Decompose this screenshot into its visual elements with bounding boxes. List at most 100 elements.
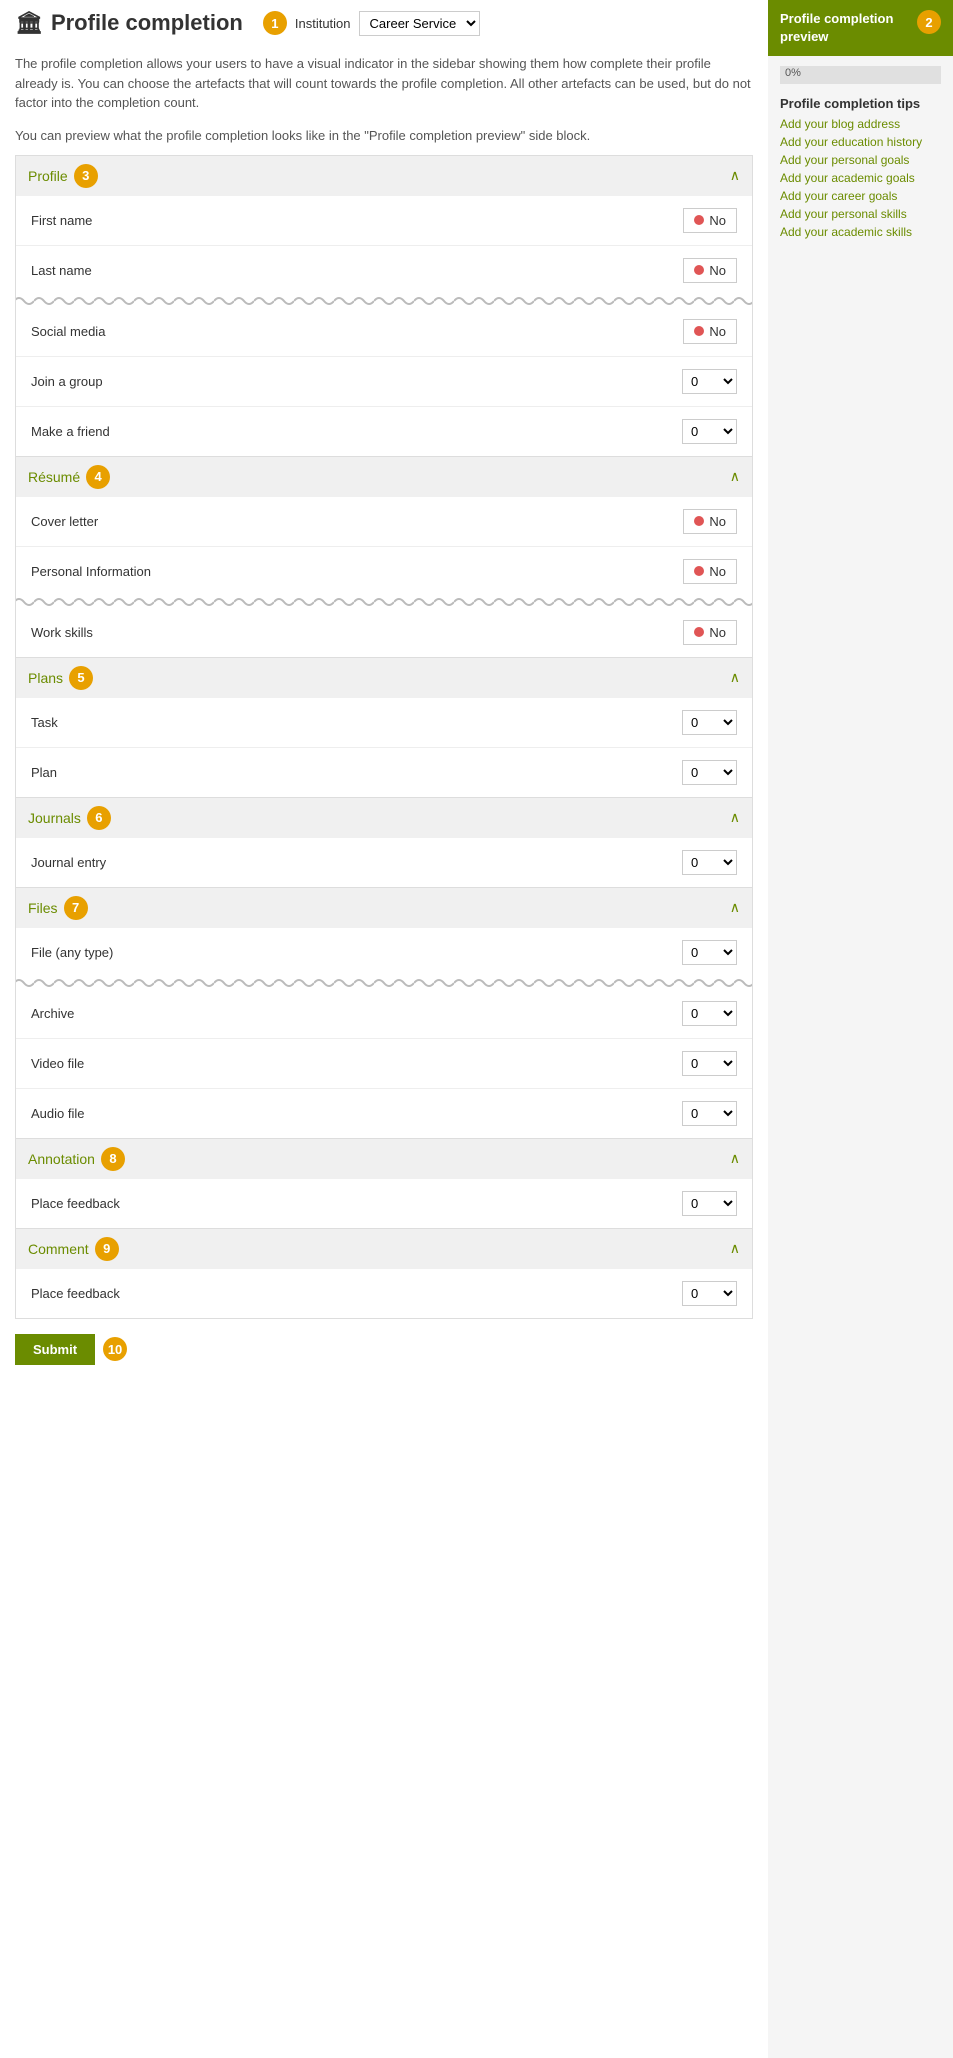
count-select[interactable]: 012345 [682, 1101, 737, 1126]
no-dot-icon [694, 215, 704, 225]
section-comment: Comment9∧ Place feedback 012345 [16, 1229, 752, 1318]
field-label: Audio file [31, 1106, 84, 1121]
count-select[interactable]: 012345 [682, 1281, 737, 1306]
field-label: Work skills [31, 625, 93, 640]
section-header-annotation[interactable]: Annotation8 ∧ [16, 1139, 752, 1179]
field-label: Join a group [31, 374, 103, 389]
sidebar-badge: 2 [917, 10, 941, 34]
chevron-up-icon: ∧ [730, 1150, 740, 1167]
tips-container: Add your blog address Add your education … [780, 117, 941, 239]
no-badge[interactable]: No [683, 509, 737, 534]
field-row: Social mediaNo [16, 307, 752, 356]
count-select[interactable]: 012345 [682, 850, 737, 875]
count-select[interactable]: 012345 [682, 710, 737, 735]
section-journals: Journals6∧Journal entry012345 [16, 798, 752, 888]
no-badge[interactable]: No [683, 258, 737, 283]
institution-badge: 1 [263, 11, 287, 35]
field-row: Make a friend 012345 [16, 406, 752, 456]
field-row: Work skills No [16, 608, 752, 657]
section-header-files[interactable]: Files7∧ [16, 888, 752, 928]
section-body-profile: First nameNoLast nameNoSocial mediaNoJoi… [16, 196, 752, 456]
section-body-journals: Journal entry012345 [16, 838, 752, 887]
no-badge[interactable]: No [683, 620, 737, 645]
tips-title: Profile completion tips [780, 96, 941, 111]
field-row: Plan012345 [16, 747, 752, 797]
section-label-annotation: Annotation [28, 1151, 95, 1167]
count-select[interactable]: 012345 [682, 419, 737, 444]
wavy-separator [16, 977, 752, 989]
field-row: Journal entry012345 [16, 838, 752, 887]
section-header-journals[interactable]: Journals6∧ [16, 798, 752, 838]
field-label: Make a friend [31, 424, 110, 439]
building-icon: 🏛 [15, 10, 43, 36]
submit-button[interactable]: Submit [15, 1334, 95, 1365]
section-title-annotation: Annotation8 [28, 1147, 125, 1171]
section-badge-profile: 3 [74, 164, 98, 188]
field-label: First name [31, 213, 92, 228]
field-label: Cover letter [31, 514, 98, 529]
no-label: No [709, 213, 726, 228]
tip-link[interactable]: Add your personal goals [780, 153, 941, 167]
progress-label: 0% [785, 67, 801, 79]
tip-link[interactable]: Add your academic goals [780, 171, 941, 185]
tip-link[interactable]: Add your academic skills [780, 225, 941, 239]
section-label-resume: Résumé [28, 469, 80, 485]
section-header-profile[interactable]: Profile 3 ∧ [16, 156, 752, 196]
field-label: Place feedback [31, 1286, 120, 1301]
field-row: Archive012345 [16, 989, 752, 1038]
no-dot-icon [694, 265, 704, 275]
section-body-plans: Task012345Plan012345 [16, 698, 752, 797]
no-badge[interactable]: No [683, 208, 737, 233]
section-badge-resume: 4 [86, 465, 110, 489]
no-label: No [709, 324, 726, 339]
no-label: No [709, 263, 726, 278]
institution-select[interactable]: Career Service [359, 11, 480, 36]
chevron-up-icon: ∧ [730, 899, 740, 916]
no-dot-icon [694, 516, 704, 526]
section-label-plans: Plans [28, 670, 63, 686]
count-select[interactable]: 012345 [682, 760, 737, 785]
count-select[interactable]: 012345 [682, 369, 737, 394]
section-title-resume: Résumé 4 [28, 465, 110, 489]
count-select[interactable]: 012345 [682, 1191, 737, 1216]
section-badge-plans: 5 [69, 666, 93, 690]
sidebar-body: 0% Profile completion tips Add your blog… [768, 56, 953, 253]
section-badge-files: 7 [64, 896, 88, 920]
chevron-up-icon: ∧ [730, 167, 740, 184]
section-plans: Plans5∧Task012345Plan012345 [16, 658, 752, 798]
field-row: Task012345 [16, 698, 752, 747]
tip-link[interactable]: Add your education history [780, 135, 941, 149]
tip-link[interactable]: Add your career goals [780, 189, 941, 203]
count-select[interactable]: 012345 [682, 940, 737, 965]
no-label: No [709, 625, 726, 640]
no-badge[interactable]: No [683, 559, 737, 584]
field-row: Join a group 012345 [16, 356, 752, 406]
field-row: Place feedback 012345 [16, 1269, 752, 1318]
count-select[interactable]: 012345 [682, 1051, 737, 1076]
field-row: Personal Information No [16, 546, 752, 596]
page-title: 🏛 Profile completion [15, 10, 243, 36]
section-badge-journals: 6 [87, 806, 111, 830]
field-label: Personal Information [31, 564, 151, 579]
preview-text: You can preview what the profile complet… [15, 128, 753, 143]
tip-link[interactable]: Add your blog address [780, 117, 941, 131]
no-dot-icon [694, 326, 704, 336]
section-title-journals: Journals6 [28, 806, 111, 830]
tip-link[interactable]: Add your personal skills [780, 207, 941, 221]
section-title-plans: Plans 5 [28, 666, 93, 690]
description: The profile completion allows your users… [15, 54, 753, 113]
section-header-comment[interactable]: Comment9∧ [16, 1229, 752, 1269]
count-select[interactable]: 012345 [682, 1001, 737, 1026]
section-header-resume[interactable]: Résumé4∧ [16, 457, 752, 497]
section-title-comment: Comment9 [28, 1237, 119, 1261]
section-profile: Profile3∧First nameNoLast nameNoSocial m… [16, 156, 752, 457]
field-row: Cover letter No [16, 497, 752, 546]
sidebar-header: Profile completion preview 2 [768, 0, 953, 56]
no-badge[interactable]: No [683, 319, 737, 344]
page-header: 🏛 Profile completion 1 Institution Caree… [15, 10, 753, 42]
wavy-separator [16, 295, 752, 307]
section-header-plans[interactable]: Plans5∧ [16, 658, 752, 698]
section-label-profile: Profile [28, 168, 68, 184]
no-label: No [709, 514, 726, 529]
field-label: Video file [31, 1056, 84, 1071]
